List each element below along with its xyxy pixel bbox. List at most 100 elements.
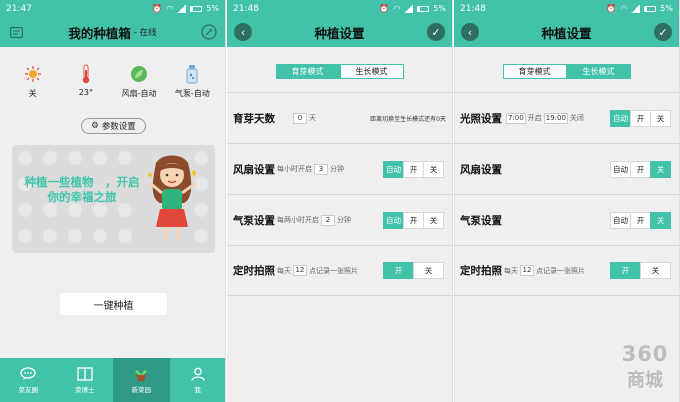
wifi-icon: ◠ [620,4,628,13]
photo-hour-input[interactable]: 12 [520,265,534,276]
online-status: - 在线 [133,28,157,38]
fan-mode-toggle: 自动 开 关 [383,160,444,178]
growth-settings-screen: 21:48 ⏰ ◠ 5% ‹ 种植设置 ✓ 育芽模式 生长模式 光照设置 7:0… [454,0,680,402]
row-desc: 7:00 开启 19:00 关闭 [504,112,584,124]
photo-settings-row: 定时拍照 每天 12 点记录一张照片 开 关 [227,245,452,296]
battery-level: 5% [433,4,446,13]
signal-icon [631,4,641,13]
pump-off-option[interactable]: 关 [650,211,671,229]
fan-auto-option[interactable]: 自动 [610,160,631,178]
parameter-settings-button[interactable]: ⚙ 参数设置 [81,118,146,134]
fan-on-option[interactable]: 开 [630,160,651,178]
row-label: 定时拍照 [233,265,275,277]
confirm-button[interactable]: ✓ [427,23,445,41]
photo-off-option[interactable]: 关 [640,262,671,279]
planting-area[interactable]: 种植一些植物 ，开启你的幸福之旅 [12,145,215,253]
switch-hint: 距离切换至生长模式还有0天 [370,114,446,123]
light-status: 关 [7,65,59,99]
fan-on-option[interactable]: 开 [403,160,424,178]
status-icons: ⏰ ◠ 5% [606,4,673,13]
girl-illustration [148,155,197,239]
planting-hole [18,151,32,165]
desc-text: 开启 [527,114,542,122]
tab-growth-mode[interactable]: 生长模式 [566,64,631,79]
gear-icon: ⚙ [91,121,99,131]
tab-doctor[interactable]: 菜博士 [57,358,114,402]
fan-off-option[interactable]: 关 [423,160,444,178]
temperature-label: 23° [78,88,93,97]
status-bar: 21:47 ⏰ ◠ 5% [0,0,225,17]
light-start-input[interactable]: 7:00 [506,112,526,124]
thermometer-icon [77,64,95,84]
battery-level: 5% [660,4,673,13]
tab-sprout-mode[interactable]: 育芽模式 [275,64,340,79]
fan-auto-option[interactable]: 自动 [383,160,404,178]
page-title: 种植设置 [314,25,365,41]
light-off-option[interactable]: 关 [650,109,671,127]
fan-mode-toggle: 自动 开 关 [610,160,671,178]
leaf-fan-icon [130,65,148,83]
header: 我的种植箱 - 在线 [0,17,225,47]
row-desc: 每小时开启 3 分钟 [277,163,344,175]
watermark-logo: 360 商城 [617,342,673,392]
tab-growth-mode[interactable]: 生长模式 [339,64,404,79]
battery-icon [644,5,657,12]
clock: 21:47 [6,3,32,14]
confirm-button[interactable]: ✓ [654,23,672,41]
photo-hour-input[interactable]: 12 [293,265,307,276]
person-icon [190,367,206,381]
pump-off-option[interactable]: 关 [423,211,444,229]
unit-label: 分钟 [337,216,351,224]
photo-off-option[interactable]: 关 [413,262,444,279]
row-desc: 每天 12 点记录一张照片 [277,265,358,276]
tab-sprout-mode[interactable]: 育芽模式 [502,64,567,79]
fan-settings-row: 风扇设置 自动 开 关 [454,143,679,194]
light-end-input[interactable]: 19:00 [543,112,568,124]
planting-hole [18,203,32,217]
status-icons: ⏰ ◠ 5% [152,4,219,13]
edit-icon[interactable] [200,23,218,41]
message-icon[interactable] [7,23,25,41]
photo-on-option[interactable]: 开 [383,262,414,279]
sprout-days-input[interactable]: 0 [293,112,307,124]
pump-mode-toggle: 自动 开 关 [383,211,444,229]
light-label: 关 [28,89,37,98]
tab-garden[interactable]: 新菜园 [113,358,170,402]
pump-bottle-icon [183,65,201,84]
fan-minutes-input[interactable]: 3 [314,163,328,175]
pump-auto-option[interactable]: 自动 [383,211,404,229]
planting-hole [43,229,57,243]
mode-switch: 育芽模式 生长模式 [454,64,679,79]
back-button[interactable]: ‹ [461,23,479,41]
planting-hole [93,229,107,243]
check-icon: ✓ [658,25,668,39]
tab-label: 新菜园 [131,385,152,394]
one-key-plant-button[interactable]: 一键种植 [60,293,167,315]
chevron-left-icon: ‹ [240,25,246,39]
pump-on-option[interactable]: 开 [403,211,424,229]
light-on-option[interactable]: 开 [630,109,651,127]
row-label: 光照设置 [460,112,502,125]
fan-off-option[interactable]: 关 [650,160,671,178]
fan-status: 风扇-自动 [113,65,165,99]
tab-me[interactable]: 我 [170,358,226,402]
back-button[interactable]: ‹ [234,23,252,41]
home-content: 关 23° 风扇-自动 气泵-自动 ⚙ 参数设置 种植一些植物 ，开启你的幸福之… [0,47,225,371]
home-screen: 21:47 ⏰ ◠ 5% 我的种植箱 - 在线 关 23° 风扇-自动 气泵-自… [0,0,226,402]
tab-label: 菜博士 [75,385,95,394]
photo-settings-row: 定时拍照 每天 12 点记录一张照片 开 关 [454,245,679,296]
desc-text: 每小时开启 [277,165,312,173]
unit-label: 天 [309,114,316,122]
row-label: 风扇设置 [233,163,275,176]
row-label: 育芽天数 [233,112,275,125]
fan-label: 风扇-自动 [121,89,157,98]
pump-minutes-input[interactable]: 2 [321,214,335,226]
chevron-left-icon: ‹ [467,25,473,39]
pump-auto-option[interactable]: 自动 [610,211,631,229]
desc-text: 每天 [504,266,518,275]
photo-on-option[interactable]: 开 [610,262,641,279]
battery-level: 5% [206,4,219,13]
light-auto-option[interactable]: 自动 [610,109,631,127]
tab-friends[interactable]: 菜友圈 [0,358,57,402]
pump-on-option[interactable]: 开 [630,211,651,229]
